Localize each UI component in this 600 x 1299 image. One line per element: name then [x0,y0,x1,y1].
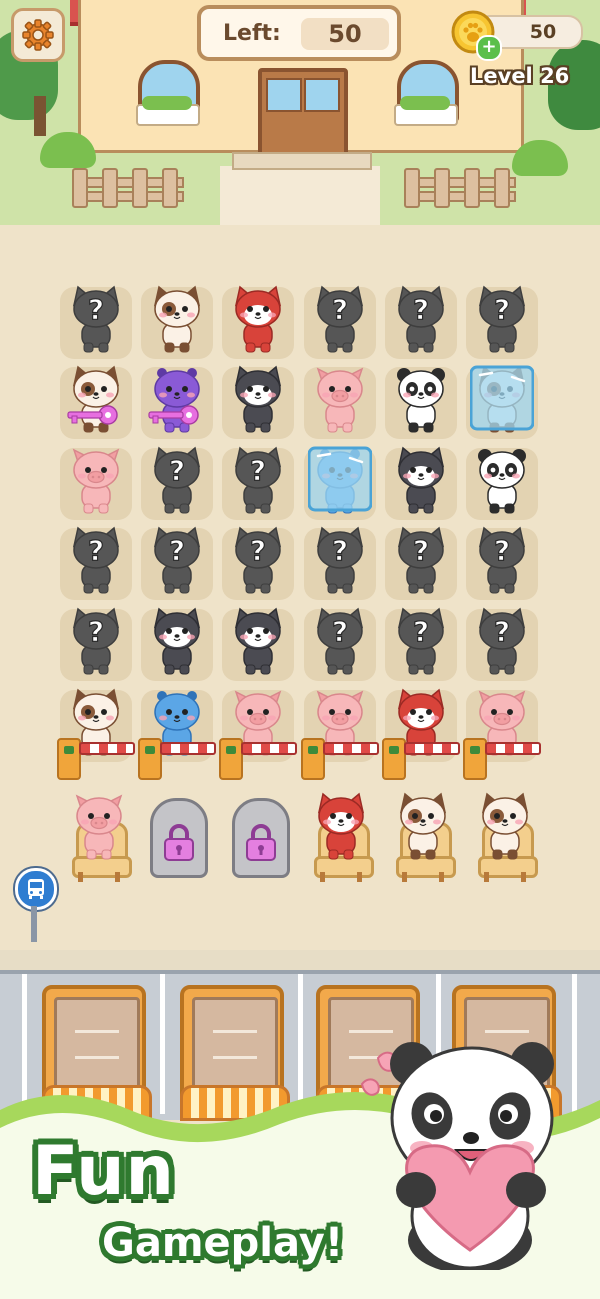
moves-left-label: Left: [223,21,281,46]
hidden-icon: ? [470,605,534,681]
hidden-icon: ? [389,283,453,359]
siamese-cat-with-key-icon[interactable] [64,363,128,439]
hidden-icon: ? [64,283,128,359]
bush [512,140,568,176]
svg-text:?: ? [332,293,348,326]
fence [404,168,516,208]
house-door [258,68,348,160]
ice-block-icon [307,446,373,512]
window-planter [136,96,200,126]
heart-icon [360,1078,380,1096]
siamese-cat-icon [391,790,455,866]
fox-icon[interactable] [226,283,290,359]
gate-post [138,738,162,780]
bus-icon [28,879,44,899]
gate-barrier [485,742,541,755]
hidden-icon: ? [226,444,290,520]
garden-path [220,166,380,225]
hidden-icon: ? [470,524,534,600]
gate-post [219,738,243,780]
sidewalk [0,950,600,974]
svg-text:?: ? [88,534,104,567]
panda-icon[interactable] [389,363,453,439]
svg-text:?: ? [413,293,429,326]
fox-icon [309,790,373,866]
svg-text:?: ? [250,534,266,567]
locked-seat[interactable] [232,798,290,878]
svg-text:?: ? [413,615,429,648]
gate-post [57,738,81,780]
svg-text:?: ? [88,293,104,326]
pig-icon[interactable] [308,363,372,439]
svg-text:?: ? [332,615,348,648]
promo-title-line1: Fun [32,1132,175,1211]
padlock-icon [164,824,194,861]
svg-text:?: ? [169,454,185,487]
hidden-icon: ? [226,524,290,600]
husky-icon[interactable] [145,605,209,681]
gate-post [301,738,325,780]
padlock-icon [246,824,276,861]
moves-left-panel: Left: 50 [197,5,401,61]
husky-icon[interactable] [226,363,290,439]
window-planter [394,96,458,126]
svg-text:?: ? [169,534,185,567]
hidden-icon: ? [145,524,209,600]
hidden-icon: ? [64,524,128,600]
svg-text:?: ? [494,293,510,326]
svg-text:?: ? [413,534,429,567]
ice-block-icon [469,365,535,431]
settings-button[interactable] [11,8,65,62]
gate-barrier [323,742,379,755]
gate-barrier [79,742,135,755]
frozen-siamese-cat-icon[interactable] [469,363,535,439]
husky-icon[interactable] [226,605,290,681]
gate-post [463,738,487,780]
hidden-icon: ? [145,444,209,520]
moves-left-value: 50 [301,18,389,50]
promo-title-line2: Gameplay! [102,1220,344,1266]
game-screen: Left: 50 50 + Level 26 ???????????????? [0,0,600,1299]
purple-hippo-with-key-icon[interactable] [145,363,209,439]
hidden-icon: ? [64,605,128,681]
panda-icon[interactable] [470,444,534,520]
gate-post [382,738,406,780]
bus-stop-sign [15,868,57,910]
tree-trunk [34,96,46,136]
hidden-icon: ? [308,605,372,681]
svg-text:?: ? [494,534,510,567]
hidden-icon: ? [308,524,372,600]
door-steps [232,152,372,170]
gate-barrier [241,742,297,755]
hidden-icon: ? [389,605,453,681]
gate-barrier [404,742,460,755]
svg-text:?: ? [88,615,104,648]
svg-text:?: ? [332,534,348,567]
frozen-blue-hippo-icon[interactable] [307,444,373,520]
hidden-icon: ? [308,283,372,359]
hidden-icon: ? [470,283,534,359]
fence [72,168,184,208]
svg-text:?: ? [494,615,510,648]
level-indicator: Level 26 [470,64,570,88]
husky-icon[interactable] [389,444,453,520]
bus-stop-pole [31,906,37,942]
panda-mascot [360,1042,554,1270]
pig-icon [67,790,131,866]
locked-seat[interactable] [150,798,208,878]
svg-text:?: ? [250,454,266,487]
add-coins-button[interactable]: + [476,35,502,61]
pig-icon[interactable] [64,444,128,520]
gear-icon [22,19,54,51]
hidden-icon: ? [389,524,453,600]
siamese-cat-icon[interactable] [145,283,209,359]
siamese-cat-icon [473,790,537,866]
gate-barrier [160,742,216,755]
